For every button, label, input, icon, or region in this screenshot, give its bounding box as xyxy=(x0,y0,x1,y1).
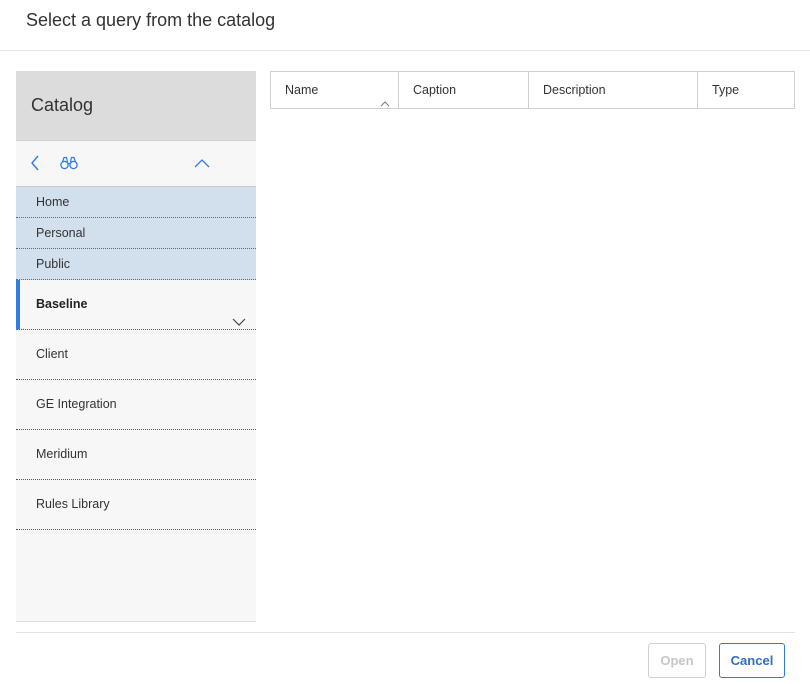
folder-item-label: Meridium xyxy=(36,447,88,461)
catalog-header: Catalog xyxy=(16,71,256,141)
folder-item-label: GE Integration xyxy=(36,397,117,411)
folder-list: Baseline Client GE Integration Meridium … xyxy=(16,280,256,530)
catalog-panel: Catalog Home Personal Public Baseline Cl… xyxy=(16,71,256,622)
query-results-table-header: Name Caption Description Type xyxy=(270,71,795,109)
footer-divider xyxy=(16,632,795,633)
column-header-description[interactable]: Description xyxy=(529,72,698,108)
cancel-button[interactable]: Cancel xyxy=(719,643,785,678)
column-header-name[interactable]: Name xyxy=(271,72,399,108)
chevron-down-icon[interactable] xyxy=(232,299,246,326)
dialog-title: Select a query from the catalog xyxy=(26,10,276,30)
binoculars-icon[interactable] xyxy=(58,153,80,173)
column-header-caption[interactable]: Caption xyxy=(399,72,529,108)
chevron-left-icon[interactable] xyxy=(26,153,44,173)
path-item-home[interactable]: Home xyxy=(16,187,256,218)
column-header-label: Type xyxy=(712,83,740,97)
folder-item-meridium[interactable]: Meridium xyxy=(16,430,256,480)
catalog-toolbar xyxy=(16,141,256,187)
dialog-header: Select a query from the catalog xyxy=(0,0,810,51)
sort-ascending-icon xyxy=(380,86,390,107)
column-header-label: Name xyxy=(285,83,319,97)
path-item-public[interactable]: Public xyxy=(16,249,256,280)
breadcrumb-path: Home Personal Public xyxy=(16,187,256,280)
column-header-label: Caption xyxy=(413,83,457,97)
path-item-personal[interactable]: Personal xyxy=(16,218,256,249)
catalog-title: Catalog xyxy=(31,95,94,115)
folder-item-label: Rules Library xyxy=(36,497,110,511)
column-header-label: Description xyxy=(543,83,606,97)
folder-item-client[interactable]: Client xyxy=(16,330,256,380)
column-header-type[interactable]: Type xyxy=(698,72,794,108)
folder-item-label: Client xyxy=(36,347,68,361)
chevron-up-icon[interactable] xyxy=(192,153,212,173)
folder-item-ge-integration[interactable]: GE Integration xyxy=(16,380,256,430)
folder-item-rules-library[interactable]: Rules Library xyxy=(16,480,256,530)
folder-item-baseline[interactable]: Baseline xyxy=(16,280,256,330)
open-button[interactable]: Open xyxy=(648,643,706,678)
folder-item-label: Baseline xyxy=(36,297,88,311)
